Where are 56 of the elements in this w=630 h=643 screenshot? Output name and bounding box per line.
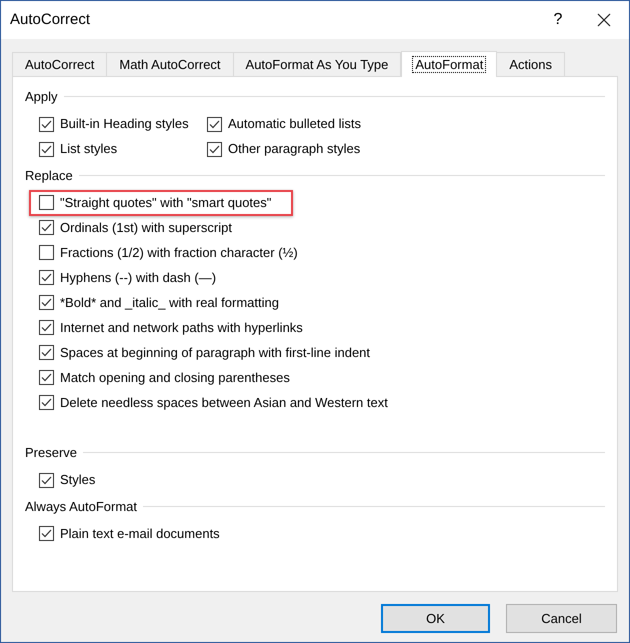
option-label: Hyphens (--) with dash (—) (60, 268, 216, 287)
checkbox[interactable] (39, 395, 54, 410)
option-label: Built-in Heading styles (60, 115, 189, 134)
checkmark-icon (41, 223, 52, 232)
option-label: Match opening and closing parentheses (60, 368, 290, 387)
group-heading: Always AutoFormat (25, 498, 137, 516)
option-label: Spaces at beginning of paragraph with first-line indent (60, 344, 370, 362)
checkbox[interactable] (39, 220, 54, 235)
option-label: Automatic bulleted lists (228, 115, 361, 134)
checkbox[interactable] (39, 320, 54, 335)
dialog-button[interactable]: Cancel (506, 604, 617, 633)
option-label: Internet and network paths with hyperlinks (60, 318, 303, 337)
checkbox[interactable] (39, 116, 54, 132)
checkbox[interactable] (207, 116, 222, 132)
option-label: Other paragraph styles (228, 140, 360, 158)
checkmark-icon (209, 120, 220, 128)
checkbox[interactable] (207, 142, 222, 156)
option-label: Plain text e-mail documents (60, 524, 220, 543)
checkbox[interactable] (39, 345, 54, 360)
option-label: Delete needless spaces between Asian and Western text (60, 394, 388, 412)
checkmark-icon (41, 273, 52, 282)
checkmark-icon (209, 144, 220, 154)
option-label: List styles (60, 140, 118, 158)
checkmark-icon (41, 476, 52, 484)
tab[interactable]: AutoCorrect (12, 52, 108, 76)
checkbox[interactable] (39, 370, 54, 385)
checkbox[interactable] (39, 195, 54, 210)
tab[interactable]: AutoFormat As You Type (232, 52, 402, 76)
tab[interactable]: AutoFormat (401, 51, 498, 77)
group-heading: Replace (25, 166, 73, 185)
checkmark-icon (41, 120, 52, 128)
option-label: Styles (60, 471, 96, 490)
checkmark-icon (41, 323, 52, 332)
checkmark-icon (41, 144, 52, 154)
checkbox[interactable] (39, 295, 54, 310)
checkbox[interactable] (39, 526, 54, 541)
checkbox[interactable] (39, 270, 54, 285)
checkbox[interactable] (39, 472, 54, 488)
checkmark-icon (41, 373, 52, 382)
checkmark-icon (41, 298, 52, 307)
checkmark-icon (41, 348, 52, 357)
close-icon (597, 13, 611, 27)
option-label: *Bold* and _italic_ with real formatting (60, 294, 279, 312)
help-button[interactable]: ? (535, 1, 581, 39)
option-label: "Straight quotes" with "smart quotes" (60, 194, 272, 212)
option-label: Fractions (1/2) with fraction character (½) (60, 244, 298, 262)
window-title: AutoCorrect (10, 10, 92, 30)
checkbox[interactable] (39, 142, 54, 156)
checkbox[interactable] (39, 245, 54, 260)
checkmark-icon (41, 529, 52, 538)
group-heading: Preserve (25, 444, 78, 462)
tab[interactable]: Actions (496, 52, 565, 76)
dialog-button[interactable]: OK (381, 604, 490, 633)
group-heading: Apply (25, 88, 58, 106)
option-label: Ordinals (1st) with superscript (60, 218, 232, 237)
checkmark-icon (41, 398, 52, 407)
